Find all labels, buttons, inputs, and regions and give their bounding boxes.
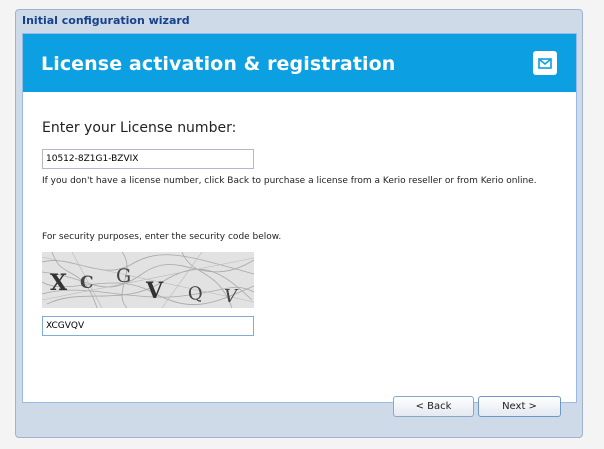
back-button[interactable]: < Back	[393, 396, 474, 417]
captcha-image: X C G V Q V	[41, 251, 255, 309]
security-label: For security purposes, enter the securit…	[42, 232, 282, 242]
svg-text:X: X	[50, 270, 68, 296]
next-button[interactable]: Next >	[478, 396, 561, 417]
svg-text:G: G	[116, 265, 131, 287]
svg-text:C: C	[80, 273, 94, 293]
license-number-input[interactable]	[42, 149, 254, 169]
svg-text:V: V	[224, 286, 239, 307]
svg-text:Q: Q	[187, 283, 205, 306]
license-heading: Enter your License number:	[42, 120, 237, 136]
banner-title: License activation & registration	[41, 53, 396, 75]
license-help-text: If you don't have a license number, clic…	[42, 176, 537, 186]
svg-text:V: V	[145, 278, 164, 304]
security-code-input[interactable]	[42, 316, 254, 336]
wizard-window: Initial configuration wizard License act…	[15, 9, 583, 438]
header-banner: License activation & registration	[23, 34, 576, 92]
envelope-icon	[533, 51, 557, 75]
wizard-panel: License activation & registration Enter …	[22, 33, 577, 403]
window-title: Initial configuration wizard	[22, 14, 190, 27]
